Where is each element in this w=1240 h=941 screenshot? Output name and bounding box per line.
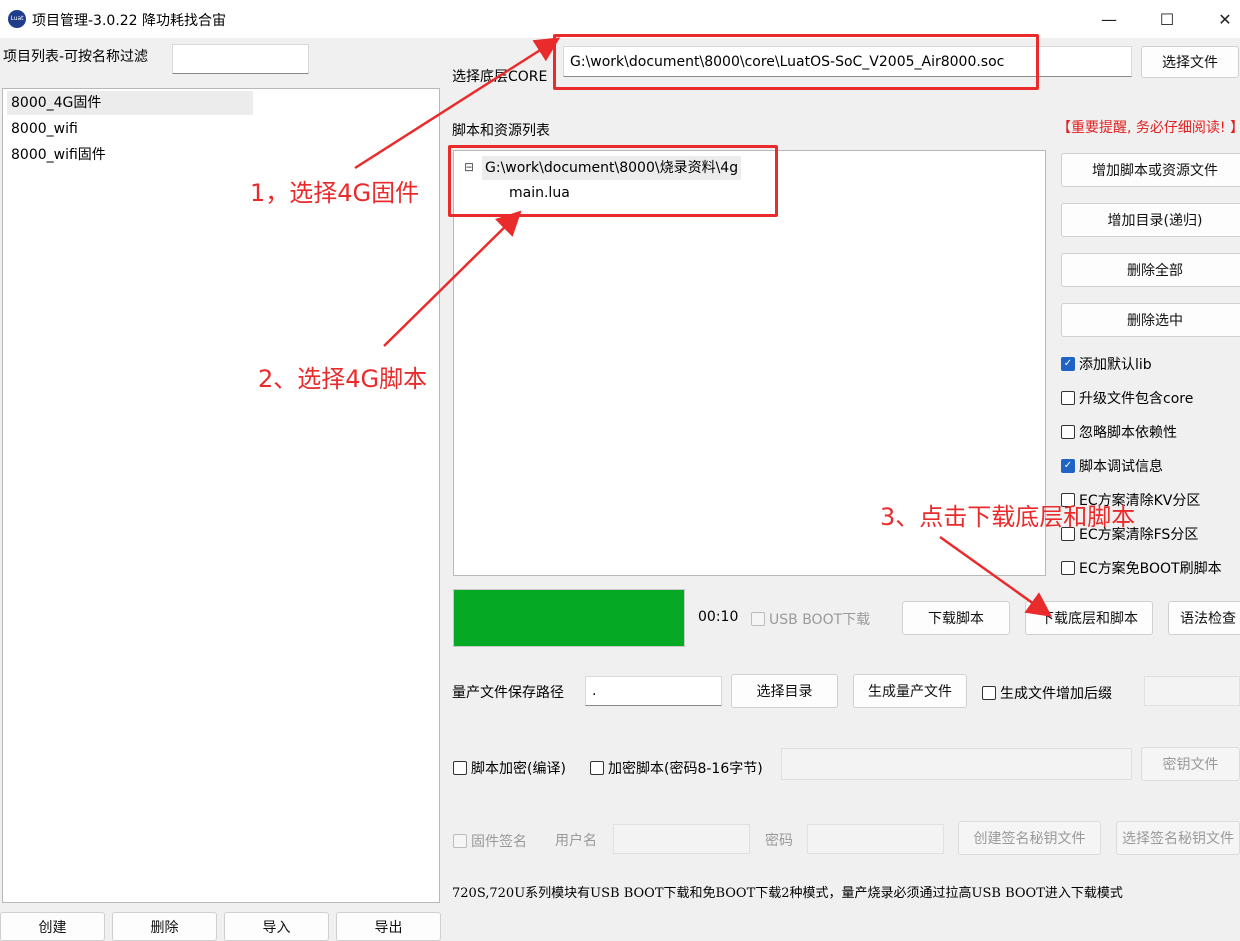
arrow-step2 (383, 210, 522, 347)
annotation-step2: 2、选择4G脚本 (258, 365, 428, 393)
arrow-step3 (939, 535, 1053, 617)
annotation-step3: 3、点击下载底层和脚本 (880, 503, 1136, 531)
annotation-arrows (354, 37, 1053, 617)
annotation-step1: 1，选择4G固件 (250, 179, 420, 207)
arrow-step1 (354, 37, 561, 170)
